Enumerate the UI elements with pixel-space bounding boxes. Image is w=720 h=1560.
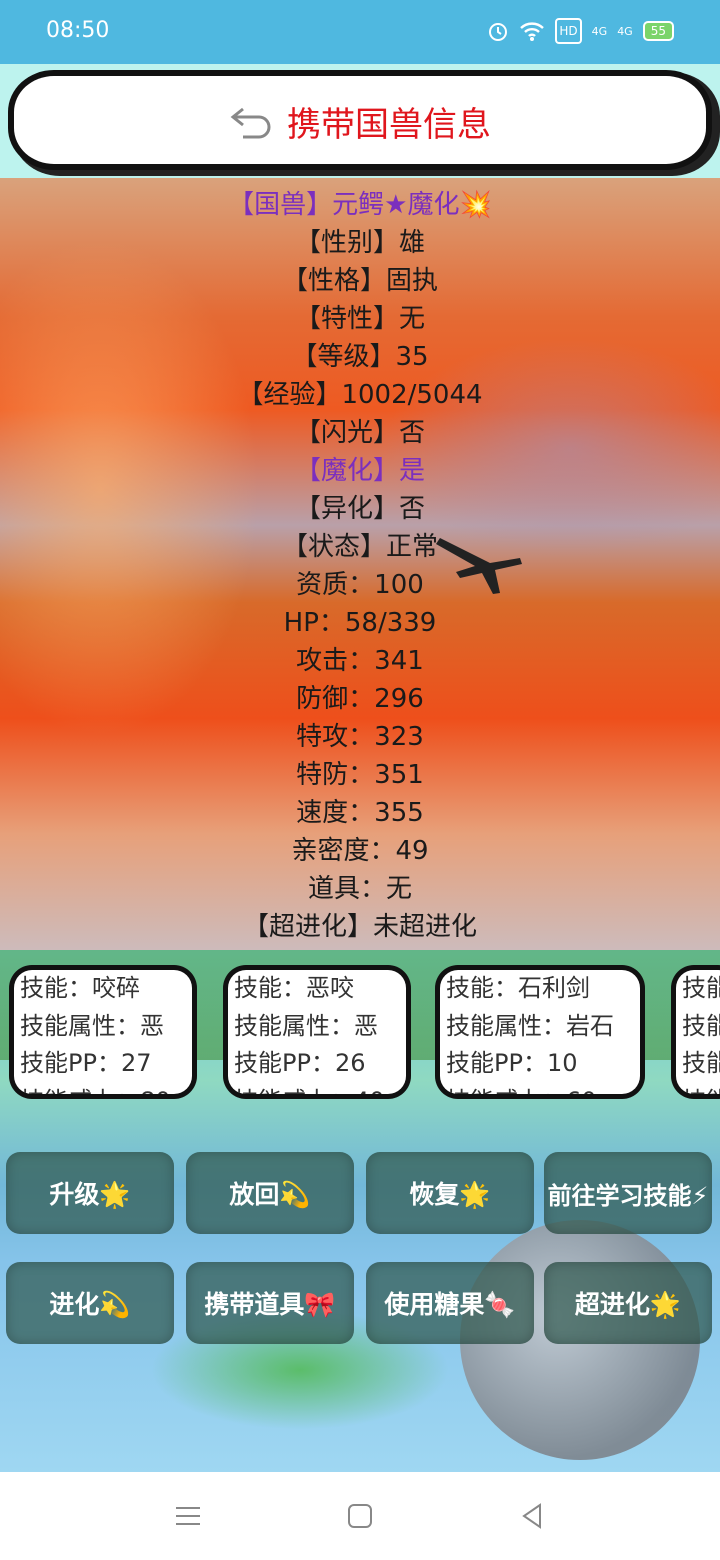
skill-pp: 技能PP：27: [20, 1049, 152, 1077]
release-button[interactable]: 放回💫: [186, 1152, 354, 1234]
skill-name: 技能：咬碎: [20, 974, 140, 1002]
skill-type: 技能属性：恶: [234, 1011, 378, 1040]
status-icons: HD 4G 4G 55: [487, 18, 674, 44]
info-lines: 【国兽】元鳄★魔化💥 【性别】雄 【性格】固执 【特性】无 【等级】35 【经验…: [0, 186, 720, 946]
skill-name: 技能：恶咬: [234, 974, 354, 1002]
restore-button[interactable]: 恢复🌟: [366, 1152, 534, 1234]
hd-icon: HD: [555, 18, 582, 44]
back-icon[interactable]: [516, 1500, 548, 1532]
info-line-trait: 【特性】无: [294, 304, 425, 334]
upgrade-button[interactable]: 升级🌟: [6, 1152, 174, 1234]
evolve-button[interactable]: 进化💫: [6, 1262, 174, 1344]
info-line-sp-defense: 特防：351: [296, 760, 424, 790]
skills-area: 技能：咬碎 技能属性：恶 技能PP：27 技能威力：80 技能：恶咬 技能属性：…: [0, 950, 720, 1472]
skill-card[interactable]: 技能：咬碎 技能属性：恶 技能PP：27 技能威力：80: [14, 970, 192, 1094]
info-line-speed: 速度：355: [296, 798, 424, 828]
skill-power: 技能: [676, 1083, 720, 1095]
signal-4g-icon: 4G: [617, 24, 633, 38]
wifi-icon: [519, 20, 545, 42]
use-candy-button[interactable]: 使用糖果🍬: [366, 1262, 534, 1344]
menu-icon[interactable]: [172, 1500, 204, 1532]
battery-icon: 55: [642, 21, 674, 41]
system-nav-bar: [0, 1472, 720, 1560]
signal-4g-icon: 4G: [591, 24, 608, 38]
info-line-nature: 【性格】固执: [281, 266, 438, 296]
super-evolve-button[interactable]: 超进化🌟: [544, 1262, 712, 1344]
info-line-attack: 攻击：341: [296, 646, 424, 676]
status-time: 08:50: [46, 18, 110, 43]
skill-card[interactable]: 技能：恶咬 技能属性：恶 技能PP：26 技能威力：40: [228, 970, 406, 1094]
info-line-level: 【等级】35: [291, 342, 429, 372]
skill-pp: 技能PP：10: [446, 1049, 578, 1077]
page-title: 携带国兽信息: [287, 104, 491, 145]
skill-pp: 技能: [682, 1049, 720, 1077]
skill-pp: 技能PP：26: [234, 1049, 366, 1077]
info-line-mega: 【超进化】未超进化: [242, 912, 477, 942]
home-icon[interactable]: [344, 1500, 376, 1532]
skill-name: 技能：石利剑: [446, 974, 590, 1002]
skill-type: 技能属性：岩石: [446, 1011, 614, 1040]
beast-info-panel: 【国兽】元鳄★魔化💥 【性别】雄 【性格】固执 【特性】无 【等级】35 【经验…: [0, 178, 720, 950]
skill-power: 技能威力：40: [228, 1083, 406, 1095]
skill-power: 技能威力：60: [440, 1083, 640, 1095]
info-line-sp-attack: 特攻：323: [296, 722, 424, 752]
info-line-exp: 【经验】1002/5044: [237, 380, 483, 410]
info-line-item: 道具：无: [307, 874, 412, 904]
alarm-icon: [487, 20, 509, 42]
info-line-mutation: 【异化】否: [294, 494, 425, 524]
skill-type: 技能属性：恶: [20, 1011, 164, 1040]
info-line-gender: 【性别】雄: [294, 228, 425, 258]
info-line-shiny: 【闪光】否: [294, 418, 425, 448]
skill-power: 技能威力：80: [14, 1083, 192, 1095]
info-line-intimacy: 亲密度：49: [291, 836, 429, 866]
skill-card[interactable]: 技能 技能 技能 技能: [676, 970, 720, 1094]
skill-card[interactable]: 技能：石利剑 技能属性：岩石 技能PP：10 技能威力：60: [440, 970, 640, 1094]
status-bar: 08:50 HD 4G 4G 55: [0, 0, 720, 64]
info-line-demonized: 【魔化】是: [294, 456, 425, 486]
skill-name: 技能: [682, 974, 720, 1002]
back-arrow-icon[interactable]: [229, 101, 277, 141]
carry-item-button[interactable]: 携带道具🎀: [186, 1262, 354, 1344]
info-line-defense: 防御：296: [296, 684, 424, 714]
info-line-hp: HP：58/339: [283, 608, 437, 638]
page-header: 携带国兽信息: [0, 64, 720, 178]
info-line-aptitude: 资质：100: [296, 570, 424, 600]
skill-type: 技能: [682, 1011, 720, 1040]
info-line-status: 【状态】正常: [281, 532, 438, 562]
info-line-name: 【国兽】元鳄★魔化💥: [228, 190, 492, 220]
learn-skill-button[interactable]: 前往学习技能⚡: [544, 1152, 712, 1234]
